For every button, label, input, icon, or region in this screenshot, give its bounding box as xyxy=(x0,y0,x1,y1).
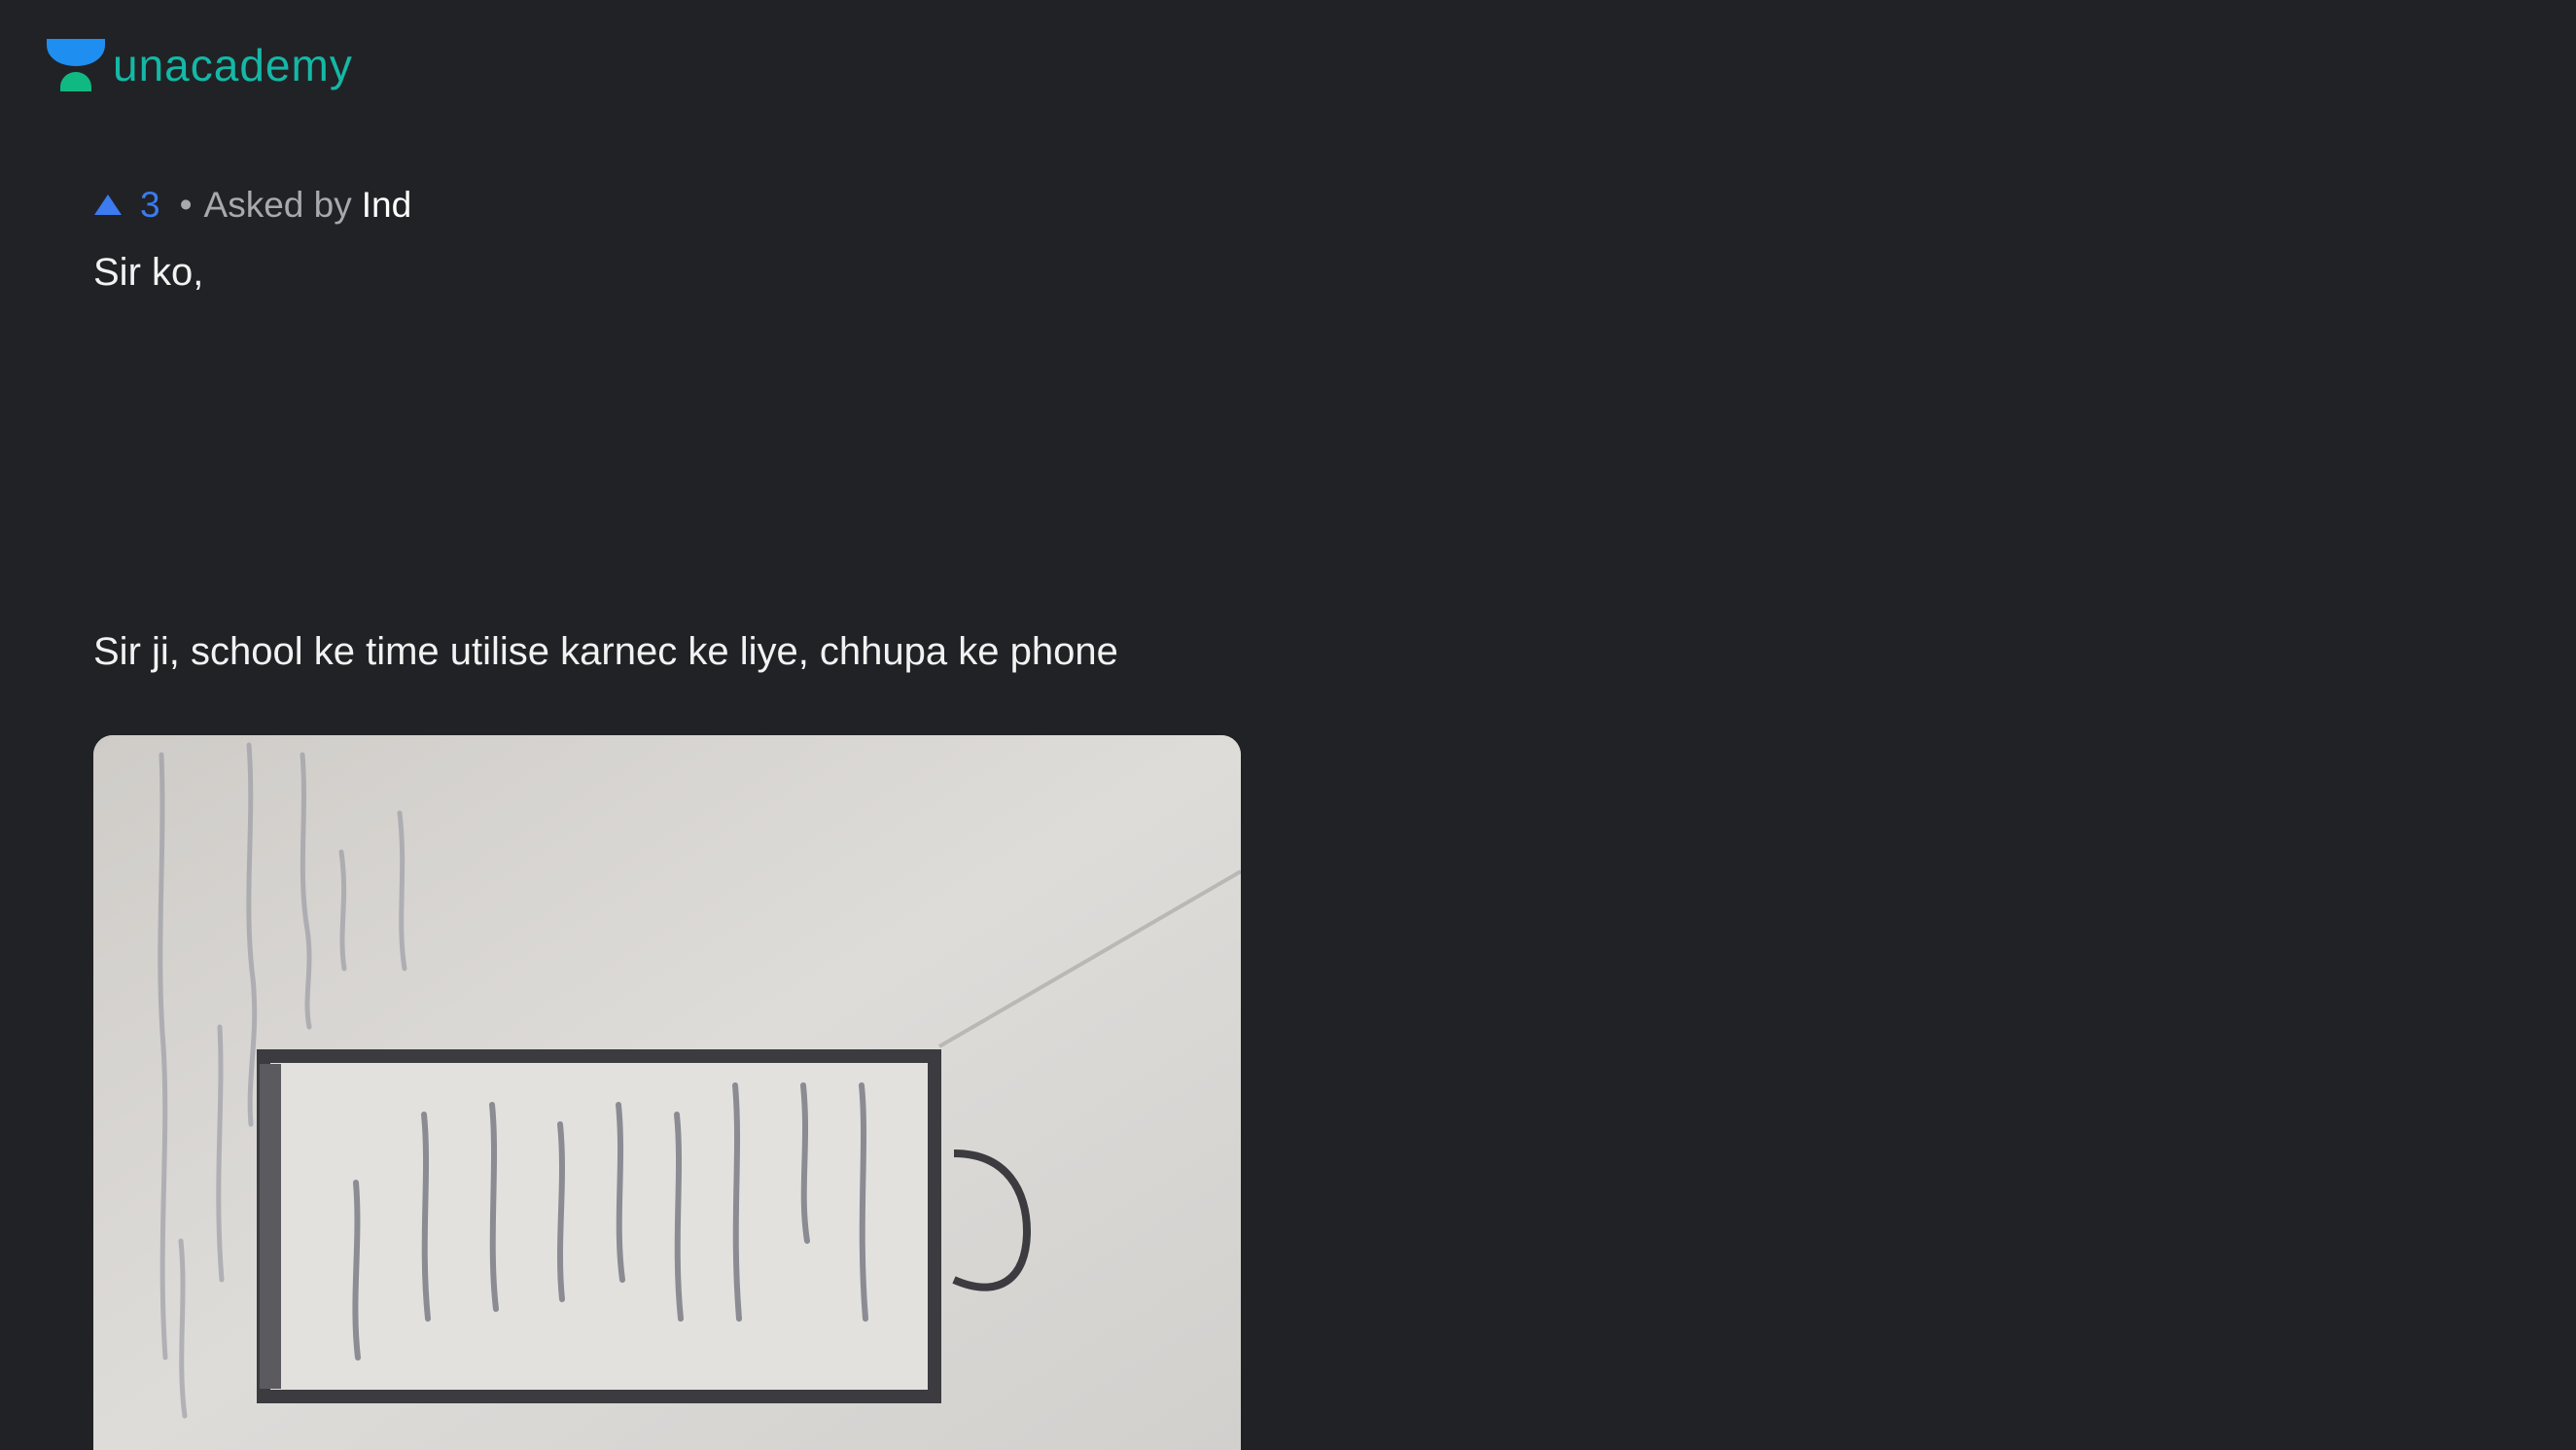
handwritten-notes-photo-icon xyxy=(93,735,1241,1450)
upvote-icon xyxy=(94,194,122,215)
meta-separator: • xyxy=(179,185,193,225)
question-text-line-1: Sir ko, xyxy=(93,251,204,294)
asker-name[interactable]: Ind xyxy=(362,187,411,223)
question-image[interactable] xyxy=(93,735,1241,1450)
brand-name: unacademy xyxy=(113,40,353,90)
upvote-button[interactable]: 3 xyxy=(93,187,160,223)
unacademy-logo[interactable]: unacademy xyxy=(47,39,353,95)
asked-by-label: Asked by xyxy=(203,185,352,225)
question-text-line-2: Sir ji, school ke time utilise karnec ke… xyxy=(93,630,1118,673)
page: unacademy 3 • Asked by Ind Sir ko, Sir j… xyxy=(0,0,2576,1450)
upvote-count: 3 xyxy=(140,185,160,225)
unacademy-logo-icon xyxy=(47,39,105,91)
question-meta: 3 • Asked by Ind xyxy=(93,187,411,223)
